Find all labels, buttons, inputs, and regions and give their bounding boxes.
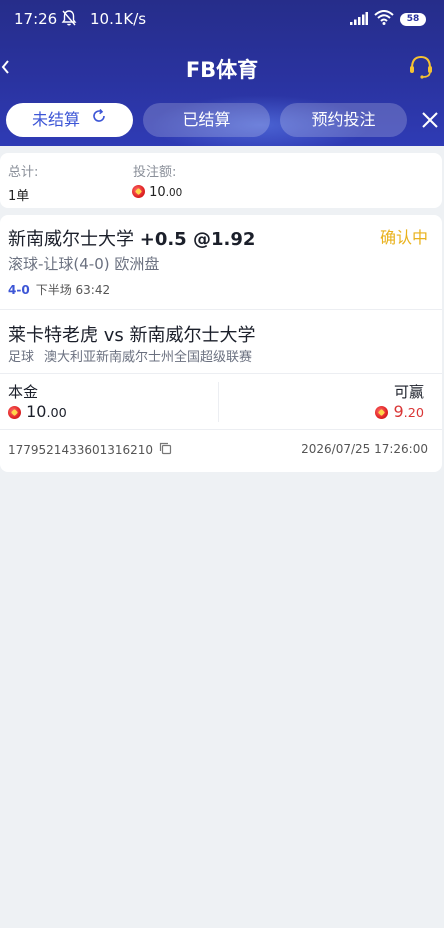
tab-settled[interactable]: 已结算 [143,103,270,137]
summary-card: 总计: 1单 投注额: 10.00 [0,153,442,208]
live-score: 4-0 [8,283,30,297]
match-title: 莱卡特老虎 vs 新南威尔士大学 [8,325,256,346]
vertical-divider [218,382,219,422]
status-bar: 17:26 10.1K/s 58 [0,0,444,38]
bet-tabs: 未结算 已结算 预约投注 [0,100,444,140]
tab-label: 未结算 [31,110,80,129]
bet-market: 滚球-让球(4-0) 欧洲盘 [8,255,160,273]
status-time: 17:26 [14,10,58,28]
live-period: 下半场 63:42 [35,283,111,297]
divider [0,429,442,430]
stake-dec: .00 [46,406,67,421]
divider [0,309,442,310]
headset-icon[interactable] [406,50,436,84]
total-value: 1单 [8,189,30,204]
stake-total-dec: .00 [165,187,183,199]
tab-unsettled[interactable]: 未结算 [6,103,133,137]
status-right: 58 [350,10,426,29]
wifi-icon [374,10,394,29]
match-league: 足球 澳大利亚新南威尔士州全国超级联赛 [8,346,252,365]
bet-card[interactable]: 新南威尔士大学 +0.5 @1.92 确认中 滚球-让球(4-0) 欧洲盘 4-… [0,215,442,472]
stake-total-int: 10 [149,185,166,200]
order-id-value: 1779521433601316210 [8,443,154,457]
close-icon[interactable] [418,108,442,132]
battery-indicator: 58 [400,13,426,26]
win-label: 可赢 [393,383,424,401]
win-int: 9 [393,402,404,421]
win-value: 9.20 [375,402,424,421]
bet-selection: 新南威尔士大学 +0.5 @1.92 [8,225,255,251]
stake-label: 本金 [8,383,39,401]
app-header: 17:26 10.1K/s 58 FB体育 未结算 已结算 预约投注 [0,0,444,146]
status-network-speed: 10.1K/s [90,10,147,28]
stake-value: 10.00 [8,402,67,421]
nav-bar: FB体育 [0,44,444,90]
stake-total-label: 投注额: [133,165,177,180]
sport-name: 足球 [8,350,35,365]
win-dec: .20 [403,406,424,421]
tab-reserved[interactable]: 预约投注 [280,103,407,137]
total-label: 总计: [8,165,39,180]
refresh-icon[interactable] [91,102,107,136]
coin-icon [375,406,389,419]
status-badge: 确认中 [379,228,428,247]
page-title: FB体育 [185,58,259,82]
stake-int: 10 [26,402,47,421]
signal-icon [350,11,368,29]
stake-total-value: 10.00 [132,185,182,200]
league-name: 澳大利亚新南威尔士州全国超级联赛 [44,350,253,365]
divider [0,373,442,374]
order-time: 2026/07/25 17:26:00 [301,442,428,456]
selection-team: 新南威尔士大学 [8,229,134,250]
coin-icon [8,406,21,419]
coin-icon [132,185,145,198]
selection-odds: +0.5 @1.92 [139,229,256,250]
live-info: 4-0 下半场 63:42 [8,281,110,298]
order-id: 1779521433601316210 [8,442,172,458]
bell-muted-icon [60,9,78,31]
copy-icon[interactable] [159,442,172,458]
